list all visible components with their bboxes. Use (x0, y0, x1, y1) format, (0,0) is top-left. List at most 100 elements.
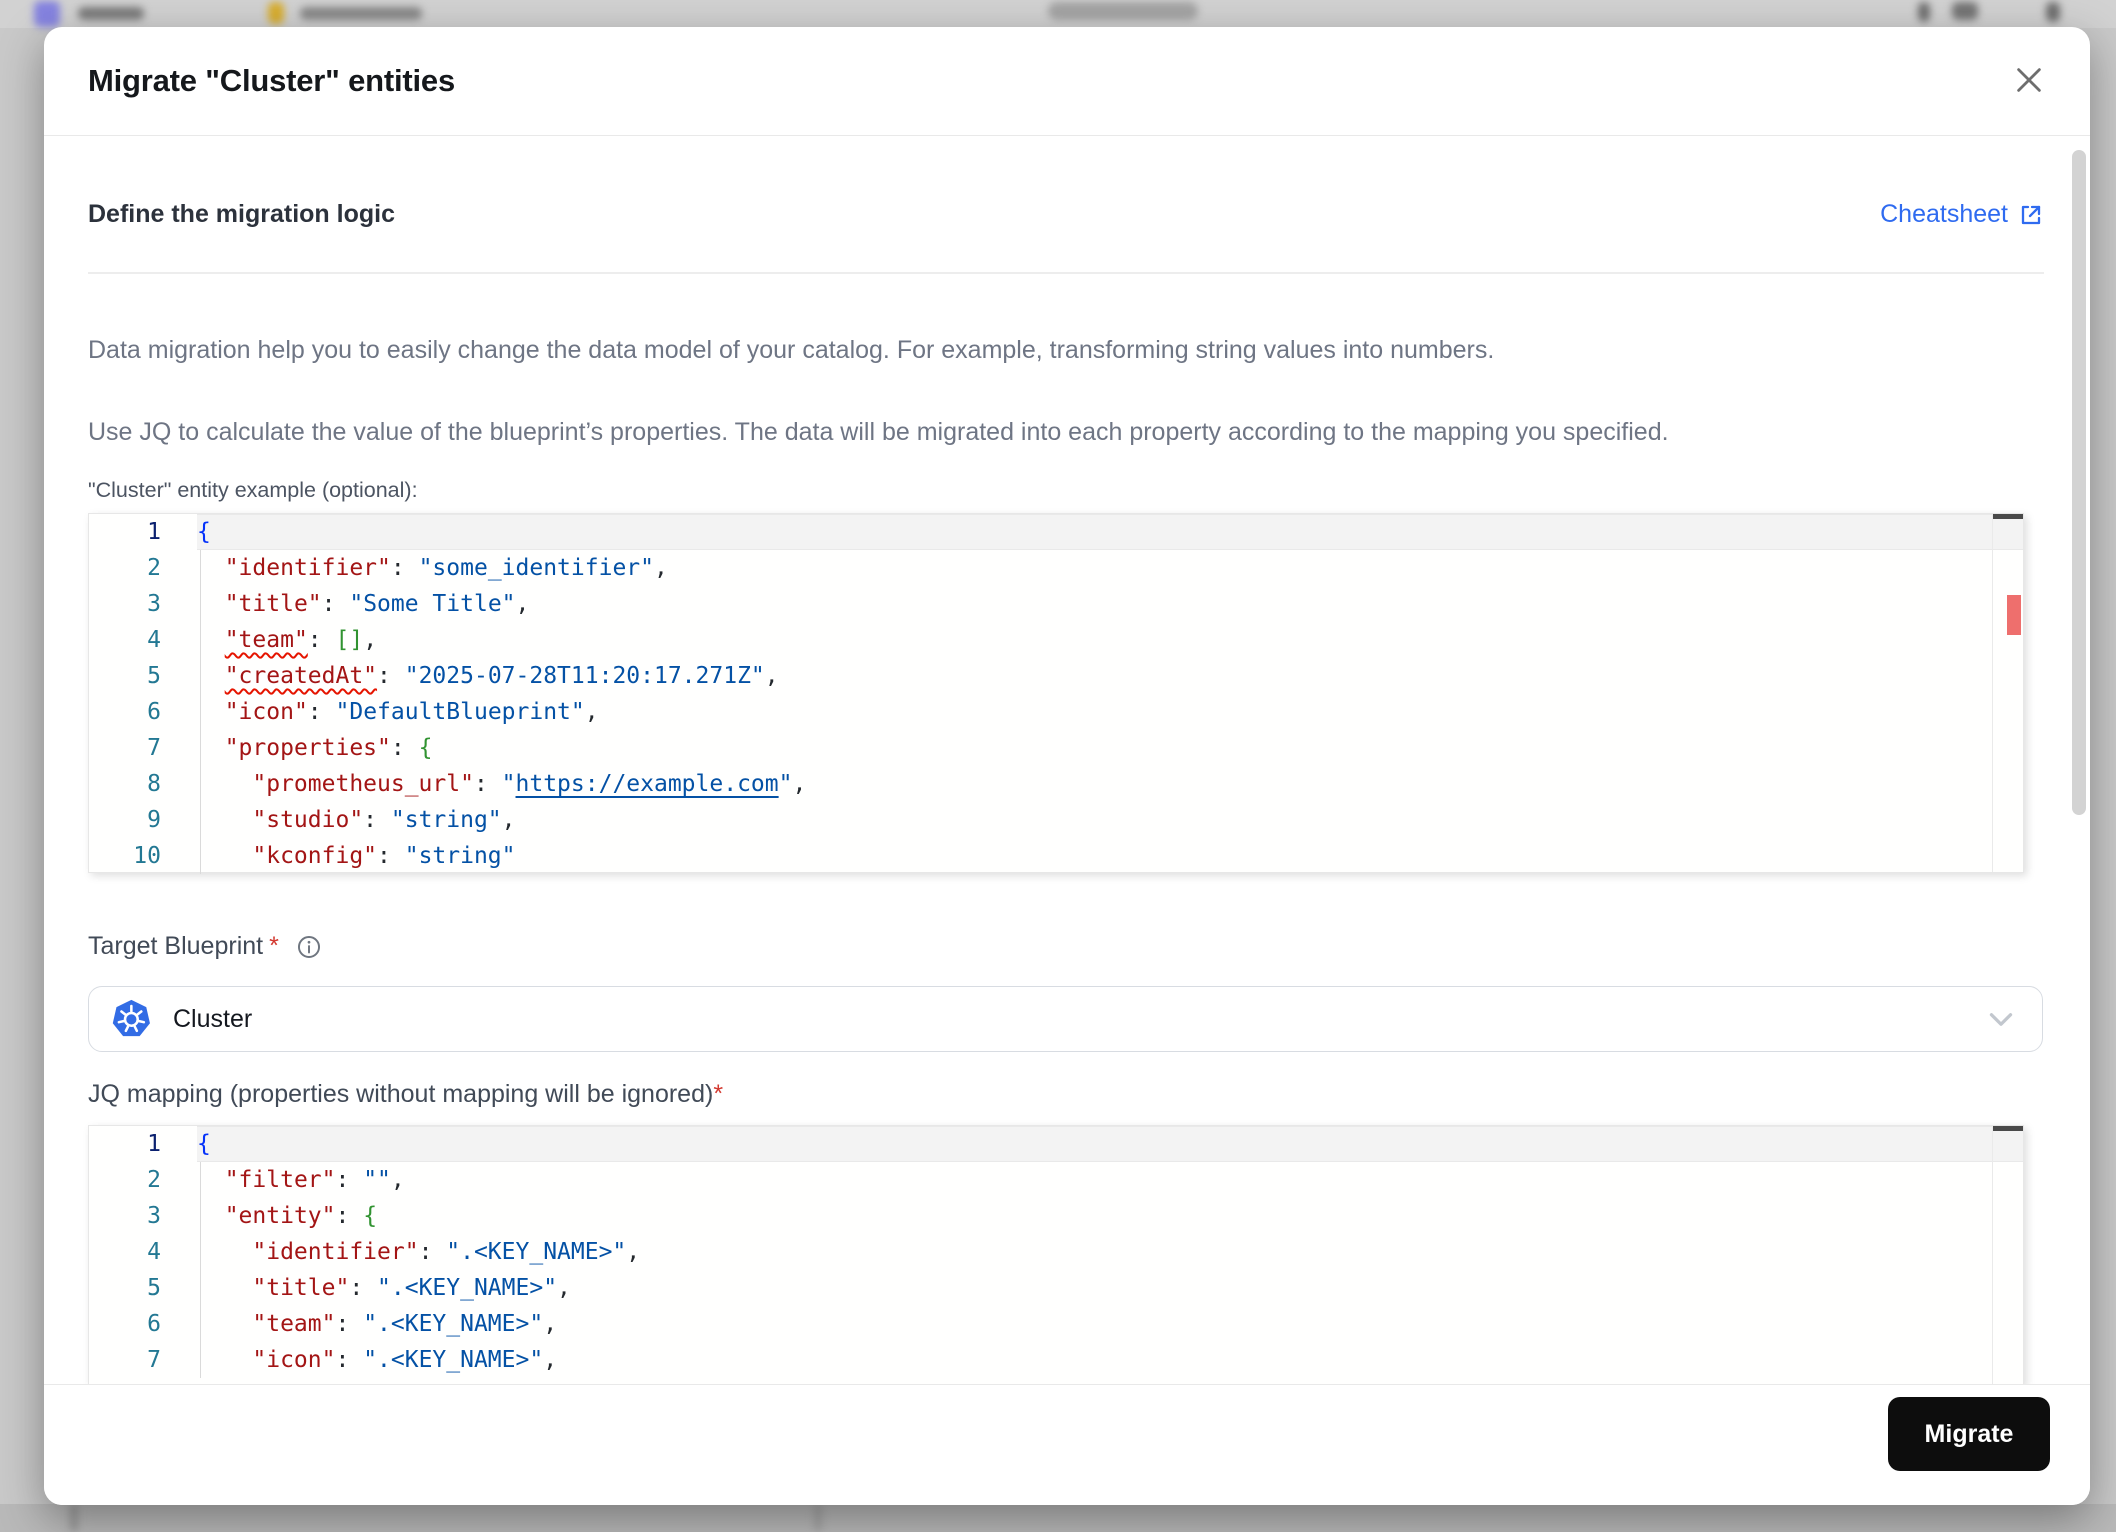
line-number: 4 (147, 1239, 161, 1265)
line-number: 4 (147, 627, 161, 653)
line-number: 5 (147, 663, 161, 689)
cheatsheet-label: Cheatsheet (1880, 200, 2008, 228)
code-line[interactable]: 4 "identifier": ".<KEY_NAME>", (89, 1234, 2023, 1270)
code-text[interactable]: "title": "Some Title", (197, 586, 2023, 622)
migrate-button[interactable]: Migrate (1888, 1397, 2050, 1471)
code-line[interactable]: 2 "identifier": "some_identifier", (89, 550, 2023, 586)
background-control-shape (1952, 2, 1978, 20)
code-text[interactable]: "identifier": "some_identifier", (197, 550, 2023, 586)
jq-mapping-label: JQ mapping (properties without mapping w… (88, 1080, 723, 1109)
code-text[interactable]: "team": [], (197, 622, 2023, 658)
target-blueprint-value: Cluster (173, 1004, 253, 1033)
info-icon[interactable] (297, 935, 321, 959)
line-number: 2 (147, 1167, 161, 1193)
cursor-position-marker (1993, 514, 2023, 519)
code-line[interactable]: 2 "filter": "", (89, 1162, 2023, 1198)
code-line[interactable]: 9 "studio": "string", (89, 802, 2023, 838)
editor-overview-ruler[interactable] (1992, 514, 2023, 872)
example-code-editor[interactable]: 1{2 "identifier": "some_identifier", 3 "t… (88, 513, 2024, 874)
cheatsheet-link[interactable]: Cheatsheet (1880, 200, 2044, 229)
required-asterisk: * (269, 932, 279, 960)
code-line[interactable]: 6 "team": ".<KEY_NAME>", (89, 1306, 2023, 1342)
line-number: 2 (147, 555, 161, 581)
modal-header: Migrate "Cluster" entities (44, 27, 2090, 136)
code-line[interactable]: 7 "properties": { (89, 730, 2023, 766)
modal-body: Define the migration logic Cheatsheet Da… (44, 136, 2090, 1386)
line-number: 6 (147, 699, 161, 725)
line-number: 3 (147, 591, 161, 617)
line-number: 9 (147, 807, 161, 833)
line-number: 8 (147, 771, 161, 797)
target-blueprint-select[interactable]: Cluster (88, 986, 2043, 1052)
code-text[interactable]: "icon": ".<KEY_NAME>", (197, 1342, 2023, 1378)
background-control-shape (1918, 2, 1930, 22)
code-lines[interactable]: 1{2 "identifier": "some_identifier", 3 "t… (89, 514, 2023, 872)
code-text[interactable]: "entity": { (197, 1198, 2023, 1234)
indent-guide (200, 1162, 201, 1378)
code-text[interactable]: "identifier": ".<KEY_NAME>", (197, 1234, 2023, 1270)
line-number: 6 (147, 1311, 161, 1337)
code-line[interactable]: 3 "entity": { (89, 1198, 2023, 1234)
line-number: 3 (147, 1203, 161, 1229)
code-text[interactable]: "studio": "string", (197, 802, 2023, 838)
background-page-bottom (0, 1504, 2116, 1532)
code-line[interactable]: 5 "createdAt": "2025-07-28T11:20:17.271Z… (89, 658, 2023, 694)
close-button[interactable] (2012, 64, 2046, 98)
background-folder-icon (268, 2, 284, 24)
section-heading: Define the migration logic (88, 200, 395, 228)
code-line[interactable]: 10 "kconfig": "string" (89, 838, 2023, 872)
background-search-shape (1048, 2, 1198, 20)
code-line[interactable]: 7 "icon": ".<KEY_NAME>", (89, 1342, 2023, 1378)
code-line[interactable]: 4 "team": [], (89, 622, 2023, 658)
background-edge-shape (814, 1504, 822, 1532)
indent-guide (200, 550, 201, 874)
code-text[interactable]: "createdAt": "2025-07-28T11:20:17.271Z", (197, 658, 2023, 694)
code-text[interactable]: "filter": "", (197, 1162, 2023, 1198)
background-app-icon (34, 1, 60, 27)
example-editor-label: "Cluster" entity example (optional): (88, 478, 418, 502)
close-icon (2017, 67, 2041, 92)
jq-code-editor[interactable]: 1{2 "filter": "", 3 "entity": {4 "identif… (88, 1125, 2024, 1386)
code-text[interactable]: { (197, 514, 2023, 550)
description-paragraph: Use JQ to calculate the value of the blu… (88, 418, 1669, 446)
code-lines[interactable]: 1{2 "filter": "", 3 "entity": {4 "identif… (89, 1126, 2023, 1385)
code-line[interactable]: 8 "prometheus_url": "https://example.com… (89, 766, 2023, 802)
code-line[interactable]: 1{ (89, 1126, 2023, 1162)
code-line[interactable]: 3 "title": "Some Title", (89, 586, 2023, 622)
modal-footer: Migrate (44, 1384, 2090, 1505)
background-text-shape (78, 7, 144, 20)
code-text[interactable]: "icon": "DefaultBlueprint", (197, 694, 2023, 730)
background-text-shape (300, 7, 422, 20)
line-number: 1 (147, 519, 161, 545)
code-text[interactable]: "team": ".<KEY_NAME>", (197, 1306, 2023, 1342)
chevron-down-icon[interactable] (1988, 1012, 2014, 1027)
section-header-row: Define the migration logic Cheatsheet (88, 200, 2044, 229)
jq-mapping-label-text: JQ mapping (properties without mapping w… (88, 1080, 714, 1108)
line-number: 1 (147, 1131, 161, 1157)
code-line[interactable]: 5 "title": ".<KEY_NAME>", (89, 1270, 2023, 1306)
error-marker (2007, 595, 2021, 635)
code-text[interactable]: "title": ".<KEY_NAME>", (197, 1270, 2023, 1306)
editor-overview-ruler[interactable] (1992, 1126, 2023, 1385)
code-text[interactable]: "properties": { (197, 730, 2023, 766)
code-text[interactable]: { (197, 1126, 2023, 1162)
code-text[interactable]: "prometheus_url": "https://example.com", (197, 766, 2023, 802)
line-number: 7 (147, 1347, 161, 1373)
code-line[interactable]: 1{ (89, 514, 2023, 550)
required-asterisk: * (713, 1080, 724, 1108)
screen: Migrate "Cluster" entities Define the mi… (0, 0, 2116, 1532)
external-link-icon (2021, 205, 2041, 224)
modal-title: Migrate "Cluster" entities (88, 63, 455, 98)
modal-scrollbar[interactable] (2072, 150, 2086, 815)
description-paragraph: Data migration help you to easily change… (88, 336, 1495, 364)
target-blueprint-label-row: Target Blueprint * (88, 932, 321, 961)
background-page-top (0, 0, 2116, 28)
code-text[interactable]: "kconfig": "string" (197, 838, 2023, 872)
line-number: 7 (147, 735, 161, 761)
background-control-shape (2046, 2, 2060, 22)
background-edge-shape (70, 1504, 78, 1532)
section-divider (88, 272, 2044, 274)
line-number: 10 (133, 843, 161, 869)
line-number: 5 (147, 1275, 161, 1301)
code-line[interactable]: 6 "icon": "DefaultBlueprint", (89, 694, 2023, 730)
